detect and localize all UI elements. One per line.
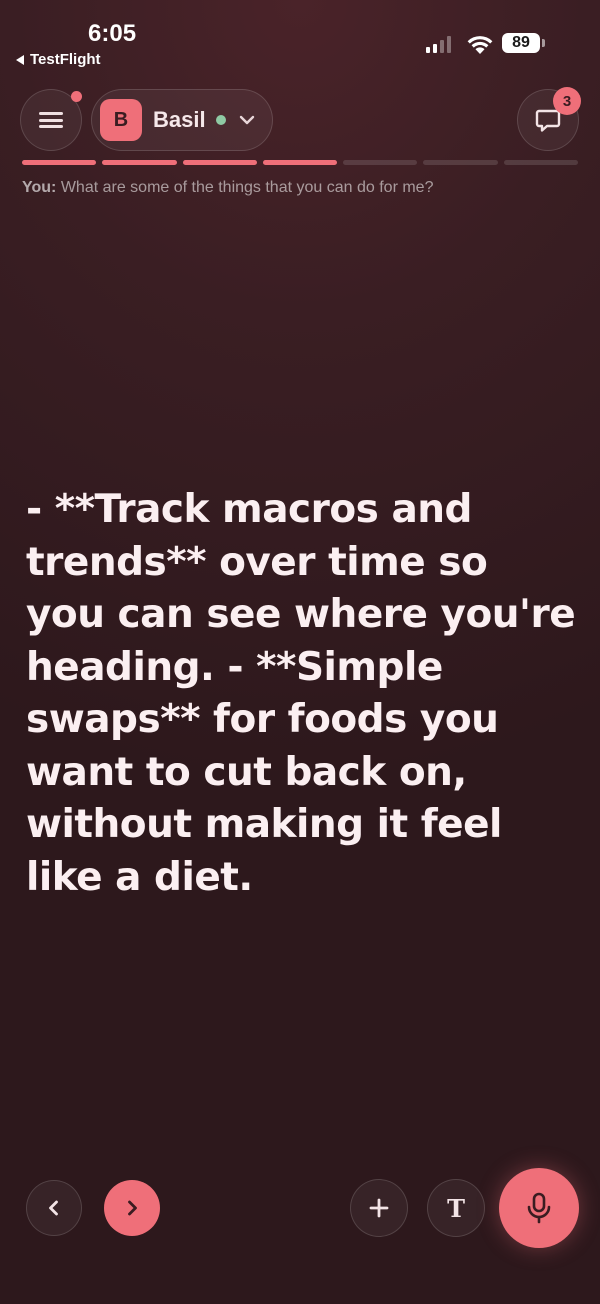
text-input-button[interactable]: T [427, 1179, 485, 1237]
plus-icon [369, 1198, 389, 1218]
progress-segment [343, 160, 418, 165]
chevron-left-icon [49, 1200, 58, 1216]
progress-segment [102, 160, 177, 165]
chat-count-badge: 3 [553, 87, 581, 115]
progress-segment [423, 160, 498, 165]
previous-button[interactable] [26, 1180, 82, 1236]
progress-segment [22, 160, 97, 165]
progress-indicator [22, 160, 578, 165]
persona-avatar: B [100, 99, 142, 141]
user-label: You: [22, 179, 57, 196]
chevron-down-icon [239, 115, 254, 125]
add-button[interactable] [350, 1179, 408, 1237]
persona-selector[interactable]: B Basil [91, 89, 273, 151]
user-message-line: You: What are some of the things that yo… [22, 179, 433, 197]
online-status-dot [215, 115, 226, 125]
battery-tip [542, 39, 545, 47]
chevron-right-icon [128, 1200, 137, 1216]
back-to-app-link[interactable]: TestFlight [16, 51, 101, 68]
persona-name: Basil [153, 107, 206, 132]
cellular-signal-icon [426, 36, 451, 53]
text-mode-icon: T [447, 1193, 465, 1223]
status-bar: 6:05 TestFlight 89 [0, 0, 600, 80]
notification-dot [71, 91, 82, 102]
user-message: What are some of the things that you can… [60, 179, 434, 196]
back-app-label: TestFlight [30, 51, 101, 68]
assistant-response: - **Track macros and trends** over time … [26, 487, 576, 900]
progress-segment [262, 160, 338, 165]
microphone-button[interactable] [499, 1168, 579, 1248]
progress-segment [503, 160, 578, 165]
back-triangle-icon [16, 54, 24, 65]
wifi-icon [467, 36, 493, 54]
battery-indicator: 89 [502, 33, 540, 53]
hamburger-icon [39, 112, 63, 128]
next-button[interactable] [104, 1180, 160, 1236]
progress-segment [182, 160, 257, 165]
status-time: 6:05 [88, 20, 137, 47]
microphone-icon [527, 1192, 551, 1224]
